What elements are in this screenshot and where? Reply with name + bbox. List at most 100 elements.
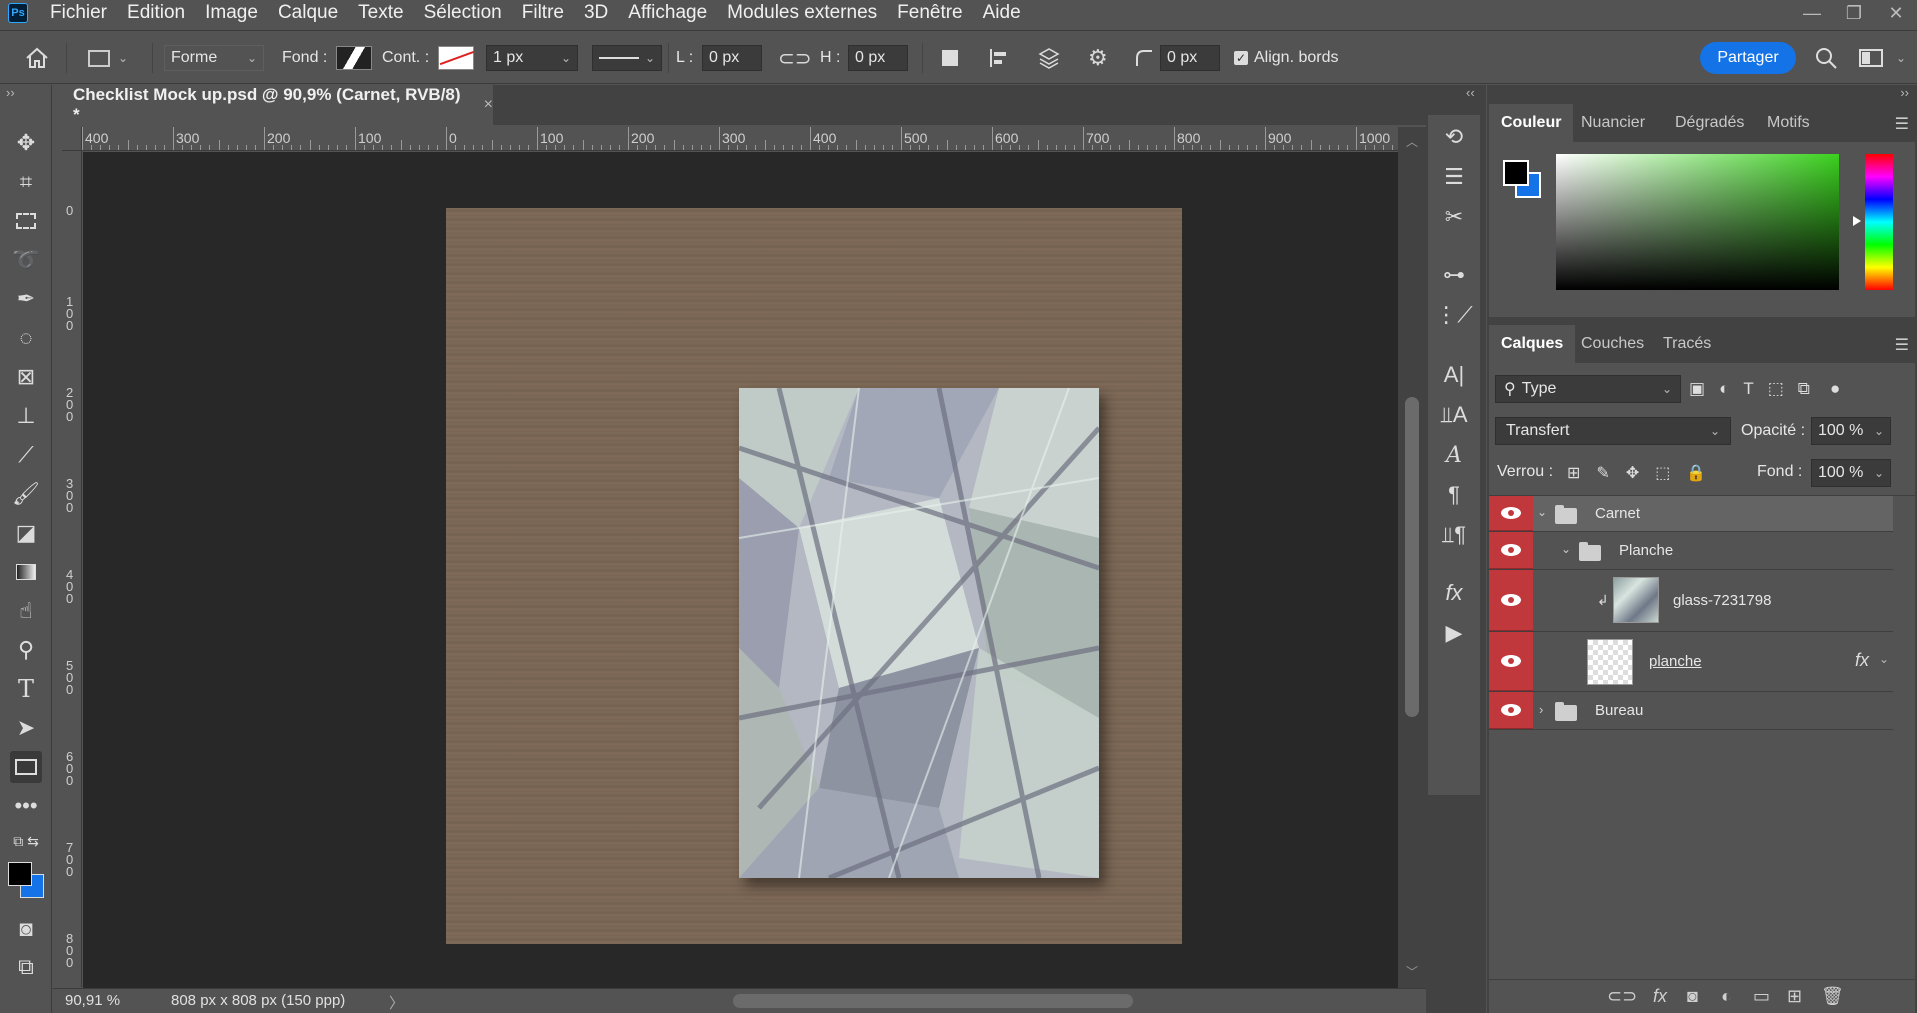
character-icon[interactable]: A| <box>1438 359 1470 391</box>
quick-mask-icon[interactable]: ◙ <box>10 913 42 945</box>
panel-menu-icon[interactable]: ☰ <box>1895 335 1909 355</box>
menu-image[interactable]: Image <box>195 0 268 26</box>
visibility-toggle[interactable] <box>1489 570 1533 631</box>
search-icon[interactable] <box>1814 31 1838 85</box>
align-edges-checkbox[interactable]: ✓ Align. bords <box>1234 31 1339 85</box>
layer-row-carnet[interactable]: ⌄ Carnet <box>1489 496 1893 532</box>
styles-fx-icon[interactable]: fx <box>1438 577 1470 609</box>
scroll-up-icon[interactable]: ︿ <box>1406 133 1418 150</box>
menu-texte[interactable]: Texte <box>348 0 413 26</box>
filter-shape-icon[interactable]: ⬚ <box>1768 379 1784 399</box>
gradient-tool-icon[interactable] <box>10 556 42 588</box>
workspace-icon[interactable] <box>1858 31 1884 85</box>
swap-colors-icon[interactable]: ⧉ ⇆ <box>10 829 42 853</box>
minimize-button[interactable]: — <box>1791 0 1833 26</box>
move-tool-icon[interactable]: ✥ <box>10 127 42 159</box>
expand-right-panels-icon[interactable]: ›› <box>1900 85 1909 100</box>
tab-couches[interactable]: Couches <box>1569 325 1656 363</box>
menu-edition[interactable]: Edition <box>117 0 195 26</box>
menu-affichage[interactable]: Affichage <box>618 0 717 26</box>
link-layers-icon[interactable]: ⊂⊃ <box>1607 986 1637 1007</box>
foreground-color-swatch[interactable] <box>8 862 32 886</box>
paragraph-styles-icon[interactable]: ⫫¶ <box>1438 519 1470 551</box>
brushes-icon[interactable]: ⋮⟋ <box>1435 299 1472 331</box>
new-adjustment-layer-icon[interactable]: ◐ <box>1721 986 1732 1007</box>
blend-mode-select[interactable]: Transfert ⌄ <box>1495 417 1731 445</box>
vertical-scrollbar[interactable]: ︿ ﹀ <box>1398 127 1426 988</box>
filter-smart-object-icon[interactable]: ⧉ <box>1798 379 1810 399</box>
screen-mode-icon[interactable]: ⧉ <box>10 951 42 983</box>
expand-panel-icon[interactable]: ›› <box>6 85 15 100</box>
filter-pixel-icon[interactable]: ▣ <box>1689 379 1705 399</box>
menu-aide[interactable]: Aide <box>973 0 1031 26</box>
horizontal-scrollbar[interactable] <box>413 994 1423 1008</box>
close-tab-icon[interactable]: × <box>484 96 493 114</box>
close-window-button[interactable]: ✕ <box>1875 0 1917 26</box>
eraser-tool-icon[interactable]: ◪ <box>10 517 42 549</box>
restore-button[interactable]: ❐ <box>1833 0 1875 26</box>
crop-tool-icon[interactable]: ⌗ <box>10 166 42 198</box>
corner-radius-field[interactable]: 0 px <box>1160 31 1220 85</box>
brush-tool-icon[interactable]: 🖌 <box>10 478 42 510</box>
tab-nuancier[interactable]: Nuancier <box>1569 104 1657 142</box>
tab-traces[interactable]: Tracés <box>1651 325 1723 363</box>
character-styles-icon[interactable]: ⫫A <box>1438 399 1470 431</box>
collapse-panels-icon[interactable]: ‹‹ <box>1466 85 1475 100</box>
panel-menu-icon[interactable]: ☰ <box>1895 114 1909 134</box>
add-mask-icon[interactable]: ◙ <box>1687 986 1698 1007</box>
tab-calques[interactable]: Calques <box>1489 325 1576 363</box>
more-tools-icon[interactable]: ••• <box>10 790 42 822</box>
path-arrangement-icon[interactable] <box>1036 31 1062 85</box>
ruler-origin[interactable] <box>62 127 82 151</box>
history-icon[interactable]: ⟲ <box>1438 121 1470 153</box>
horizontal-scroll-thumb[interactable] <box>733 994 1133 1008</box>
menu-selection[interactable]: Sélection <box>414 0 512 26</box>
vertical-scroll-thumb[interactable] <box>1405 397 1419 717</box>
type-tool-icon[interactable]: T <box>10 673 42 705</box>
layer-row-bureau[interactable]: › Bureau <box>1489 692 1893 730</box>
stroke-type-select[interactable]: ⌄ <box>592 31 662 85</box>
lock-transparency-icon[interactable]: ⊞ <box>1567 463 1580 483</box>
rectangle-tool-icon[interactable] <box>10 751 42 783</box>
layer-filter-select[interactable]: ⚲ Type ⌄ <box>1495 375 1681 403</box>
home-icon[interactable] <box>24 31 50 85</box>
quick-selection-tool-icon[interactable]: ◌ <box>10 322 42 354</box>
stroke-width-field[interactable]: 1 px ⌄ <box>486 31 578 85</box>
link-icon[interactable]: ⊂⊃ <box>778 31 812 85</box>
opacity-field[interactable]: 100 % ⌄ <box>1811 417 1891 445</box>
filter-type-icon[interactable]: T <box>1743 379 1753 399</box>
menu-modules-externes[interactable]: Modules externes <box>717 0 887 26</box>
frame-tool-icon[interactable]: ⊠ <box>10 361 42 393</box>
hue-slider[interactable] <box>1865 154 1893 290</box>
status-menu-arrow[interactable]: 〉 <box>389 992 404 1013</box>
new-layer-icon[interactable]: ⊞ <box>1787 986 1802 1007</box>
stroke-swatch[interactable] <box>438 31 475 85</box>
fill-swatch[interactable] <box>336 31 372 85</box>
width-field[interactable]: 0 px <box>702 31 762 85</box>
canvas-area[interactable] <box>83 152 1398 988</box>
zoom-level[interactable]: 90,91 % <box>65 992 120 1009</box>
layer-row-planche-shape[interactable]: planche fx ⌄ <box>1489 632 1893 692</box>
eyedropper-tool-icon[interactable]: ⟋ <box>10 439 42 471</box>
horizontal-ruler[interactable]: 400 300 200 100 0 100 200 300 400 500 600 700 800 900… <box>82 127 1398 151</box>
chevron-down-icon[interactable]: ⌄ <box>1537 505 1547 519</box>
color-field[interactable] <box>1556 154 1839 290</box>
tab-degrades[interactable]: Dégradés <box>1663 104 1756 142</box>
brush-settings-icon[interactable]: ⊶ <box>1438 259 1470 291</box>
chevron-right-icon[interactable]: › <box>1539 702 1543 717</box>
menu-calque[interactable]: Calque <box>268 0 348 26</box>
chevron-down-icon[interactable]: ⌄ <box>1896 31 1906 85</box>
scroll-down-icon[interactable]: ﹀ <box>1406 963 1418 980</box>
height-field[interactable]: 0 px <box>848 31 908 85</box>
menu-filtre[interactable]: Filtre <box>512 0 574 26</box>
visibility-toggle[interactable] <box>1489 632 1533 691</box>
tab-couleur[interactable]: Couleur <box>1489 104 1574 142</box>
tab-motifs[interactable]: Motifs <box>1755 104 1822 142</box>
visibility-toggle[interactable] <box>1489 692 1533 729</box>
tool-preset-picker[interactable]: ⌄ <box>88 31 128 85</box>
visibility-toggle[interactable] <box>1489 532 1533 569</box>
chevron-down-icon[interactable]: ⌄ <box>1561 542 1571 556</box>
stamp-tool-icon[interactable]: ⊥ <box>10 400 42 432</box>
actions-play-icon[interactable]: ▶ <box>1438 617 1470 649</box>
menu-fichier[interactable]: Fichier <box>40 0 117 26</box>
